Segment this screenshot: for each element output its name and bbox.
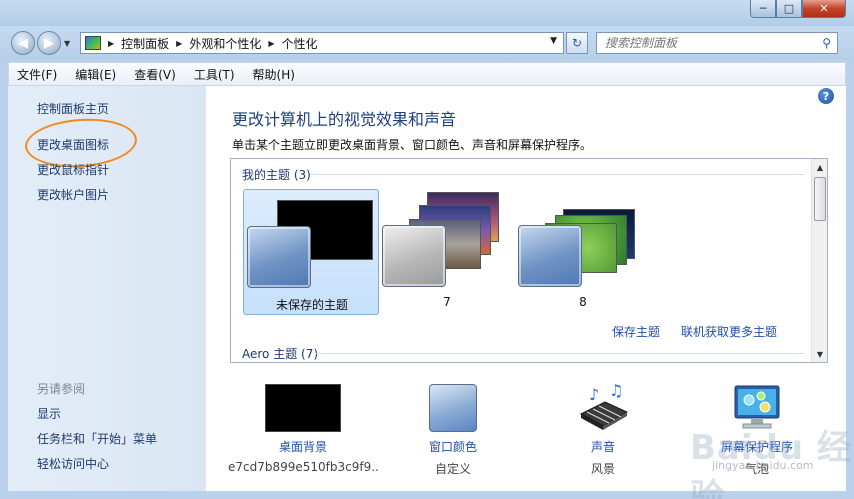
arrow-right-icon: ▶ <box>44 35 54 51</box>
option-value: 自定义 <box>434 462 471 476</box>
see-also-ease-of-access[interactable]: 轻松访问中心 <box>37 455 109 472</box>
search-box: ⚲ <box>596 32 838 54</box>
option-value: 风景 <box>590 462 615 476</box>
theme-list-scrollbar[interactable]: ▲ ▼ <box>811 159 827 362</box>
forward-button[interactable]: ▶ <box>37 31 61 55</box>
group-my-themes[interactable]: 我的主题 (3) <box>242 166 311 183</box>
option-sounds[interactable]: ♪ ♫ 声音 风景 <box>528 382 678 482</box>
chevron-right-icon[interactable]: ▶ <box>176 39 182 48</box>
option-desktop-background[interactable]: 桌面背景 e7cd7b899e510fb3c9f9... <box>228 382 378 482</box>
scroll-thumb[interactable] <box>814 177 826 221</box>
recent-pages-dropdown[interactable]: ▼ <box>64 39 70 48</box>
option-window-color[interactable]: 窗口颜色 自定义 <box>378 382 528 482</box>
theme-8[interactable]: 8 <box>515 189 651 315</box>
svg-text:♪: ♪ <box>589 385 599 404</box>
maximize-button[interactable]: □ <box>776 0 802 18</box>
breadcrumb-control-panel[interactable]: 控制面板 <box>121 35 169 52</box>
menu-tools[interactable]: 工具(T) <box>186 66 245 83</box>
menu-edit[interactable]: 编辑(E) <box>67 66 126 83</box>
svg-text:♫: ♫ <box>609 382 623 400</box>
scroll-down-icon[interactable]: ▼ <box>812 346 827 362</box>
theme-color-swatch <box>247 226 311 288</box>
option-label[interactable]: 声音 <box>528 438 678 455</box>
theme-color-swatch <box>518 225 582 287</box>
group-divider <box>315 353 805 354</box>
sidebar-link-mouse-pointer[interactable]: 更改鼠标指针 <box>37 161 109 178</box>
search-icon[interactable]: ⚲ <box>822 36 831 50</box>
window-controls: ─ □ ✕ <box>750 0 846 18</box>
theme-list: 我的主题 (3) 未保存的主题 7 8 保存主题 联机获取更多主题 Aero 主… <box>230 158 828 363</box>
theme-name: 未保存的主题 <box>275 298 348 312</box>
menu-help[interactable]: 帮助(H) <box>245 66 305 83</box>
window-color-icon <box>429 384 477 432</box>
address-row: ◀ ▶ ▼ ▶ 控制面板 ▶ 外观和个性化 ▶ 个性化 ▼ ↻ ⚲ <box>0 26 854 60</box>
menu-file[interactable]: 文件(F) <box>9 66 67 83</box>
option-label[interactable]: 桌面背景 <box>228 438 378 455</box>
theme-unsaved[interactable]: 未保存的主题 <box>243 189 379 315</box>
sidebar-link-desktop-icons[interactable]: 更改桌面图标 <box>37 136 109 153</box>
sidebar-link-home[interactable]: 控制面板主页 <box>37 100 109 117</box>
search-input[interactable] <box>605 36 805 50</box>
scroll-up-icon[interactable]: ▲ <box>812 159 827 175</box>
breadcrumb-appearance[interactable]: 外观和个性化 <box>189 35 261 52</box>
page-description: 单击某个主题立即更改桌面背景、窗口颜色、声音和屏幕保护程序。 <box>232 138 593 152</box>
group-aero-themes[interactable]: Aero 主题 (7) <box>242 345 318 362</box>
theme-color-swatch <box>382 225 446 287</box>
menu-bar: 文件(F) 编辑(E) 查看(V) 工具(T) 帮助(H) <box>8 62 846 86</box>
sounds-icon: ♪ ♫ <box>579 382 629 430</box>
refresh-button[interactable]: ↻ <box>566 32 588 54</box>
menu-view[interactable]: 查看(V) <box>126 66 186 83</box>
see-also-display[interactable]: 显示 <box>37 405 61 422</box>
option-label[interactable]: 窗口颜色 <box>378 438 528 455</box>
desktop-background-icon <box>265 384 341 432</box>
chevron-down-icon[interactable]: ▼ <box>550 36 557 46</box>
help-icon[interactable]: ? <box>818 88 834 104</box>
refresh-icon: ↻ <box>571 36 583 50</box>
chevron-right-icon[interactable]: ▶ <box>108 39 114 48</box>
theme-7[interactable]: 7 <box>379 189 515 315</box>
address-bar[interactable]: ▶ 控制面板 ▶ 外观和个性化 ▶ 个性化 ▼ <box>80 32 564 54</box>
minimize-button[interactable]: ─ <box>750 0 776 18</box>
get-more-themes-link[interactable]: 联机获取更多主题 <box>681 323 777 340</box>
see-also-heading: 另请参阅 <box>37 382 86 396</box>
theme-name: 8 <box>579 295 587 309</box>
save-theme-link[interactable]: 保存主题 <box>612 323 660 340</box>
page-title: 更改计算机上的视觉效果和声音 <box>232 110 457 129</box>
title-bar: ─ □ ✕ <box>0 0 854 26</box>
control-panel-icon <box>85 36 101 50</box>
arrow-left-icon: ◀ <box>18 35 28 51</box>
group-divider <box>311 174 805 175</box>
theme-name: 7 <box>443 295 451 309</box>
back-button[interactable]: ◀ <box>11 31 35 55</box>
sidebar-link-account-picture[interactable]: 更改帐户图片 <box>37 186 109 203</box>
breadcrumb-personalization[interactable]: 个性化 <box>282 35 318 52</box>
option-value: e7cd7b899e510fb3c9f9... <box>228 460 378 474</box>
watermark-url: jingyan.baidu.com <box>712 459 814 472</box>
chevron-right-icon[interactable]: ▶ <box>268 39 274 48</box>
close-button[interactable]: ✕ <box>802 0 846 18</box>
sidebar: 控制面板主页 更改桌面图标 更改鼠标指针 更改帐户图片 另请参阅 显示 任务栏和… <box>8 86 206 491</box>
see-also-taskbar[interactable]: 任务栏和「开始」菜单 <box>37 430 157 447</box>
